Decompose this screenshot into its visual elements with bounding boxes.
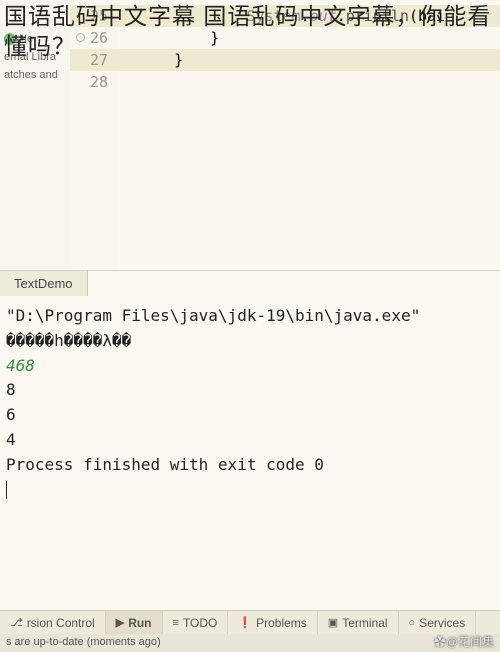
console-line: 4 (6, 428, 494, 453)
tool-window-tab[interactable]: ▶ Run (106, 611, 163, 634)
watermark: ✿@花间集 (434, 633, 494, 650)
line-number[interactable]: 28 (70, 71, 118, 93)
overlay-title: 国语乱码中文字幕 国语乱码中文字幕，你能看懂吗？ (4, 2, 500, 62)
run-panel: TextDemo "D:\Program Files\java\jdk-19\b… (0, 270, 500, 612)
problems-icon: ❗ (238, 616, 252, 629)
tool-window-tab[interactable]: ≡ TODO (163, 611, 229, 634)
tool-window-label: Problems (256, 616, 307, 630)
console-output[interactable]: "D:\Program Files\java\jdk-19\bin\java.e… (0, 296, 500, 510)
tool-window-label: TODO (183, 616, 217, 630)
console-line: 6 (6, 403, 494, 428)
run-icon: ▶ (116, 616, 124, 629)
tool-window-label: Run (128, 616, 151, 630)
status-bar: s are up-to-date (moments ago) (0, 634, 500, 652)
tool-window-label: Terminal (342, 616, 387, 630)
services-icon: ○ (409, 617, 416, 629)
tool-window-bar: ⎇ rsion Control ▶ Run ≡ TODO ❗ Problems ▣ Termina… (0, 610, 500, 634)
cursor (6, 481, 7, 499)
tool-window-tab[interactable]: ○Services (399, 611, 477, 634)
console-line: �����h����λ�� (6, 329, 494, 354)
terminal-icon: ▣ (328, 616, 338, 629)
console-line: 468 (6, 354, 494, 379)
tool-window-label: rsion Control (27, 616, 95, 630)
tool-window-tab[interactable]: ⎇ rsion Control (0, 611, 106, 634)
todo-icon: ≡ (173, 617, 179, 629)
console-line: 8 (6, 378, 494, 403)
tool-window-label: Services (419, 616, 465, 630)
tool-window-tab[interactable]: ❗ Problems (228, 611, 317, 634)
console-line: Process finished with exit code 0 (6, 453, 494, 478)
run-tab[interactable]: TextDemo (0, 271, 88, 296)
console-line: "D:\Program Files\java\jdk-19\bin\java.e… (6, 304, 494, 329)
sidebar-item[interactable]: atches and (0, 66, 70, 84)
rsion control-icon: ⎇ (10, 616, 23, 629)
tool-window-tab[interactable]: ▣ Terminal (318, 611, 399, 634)
